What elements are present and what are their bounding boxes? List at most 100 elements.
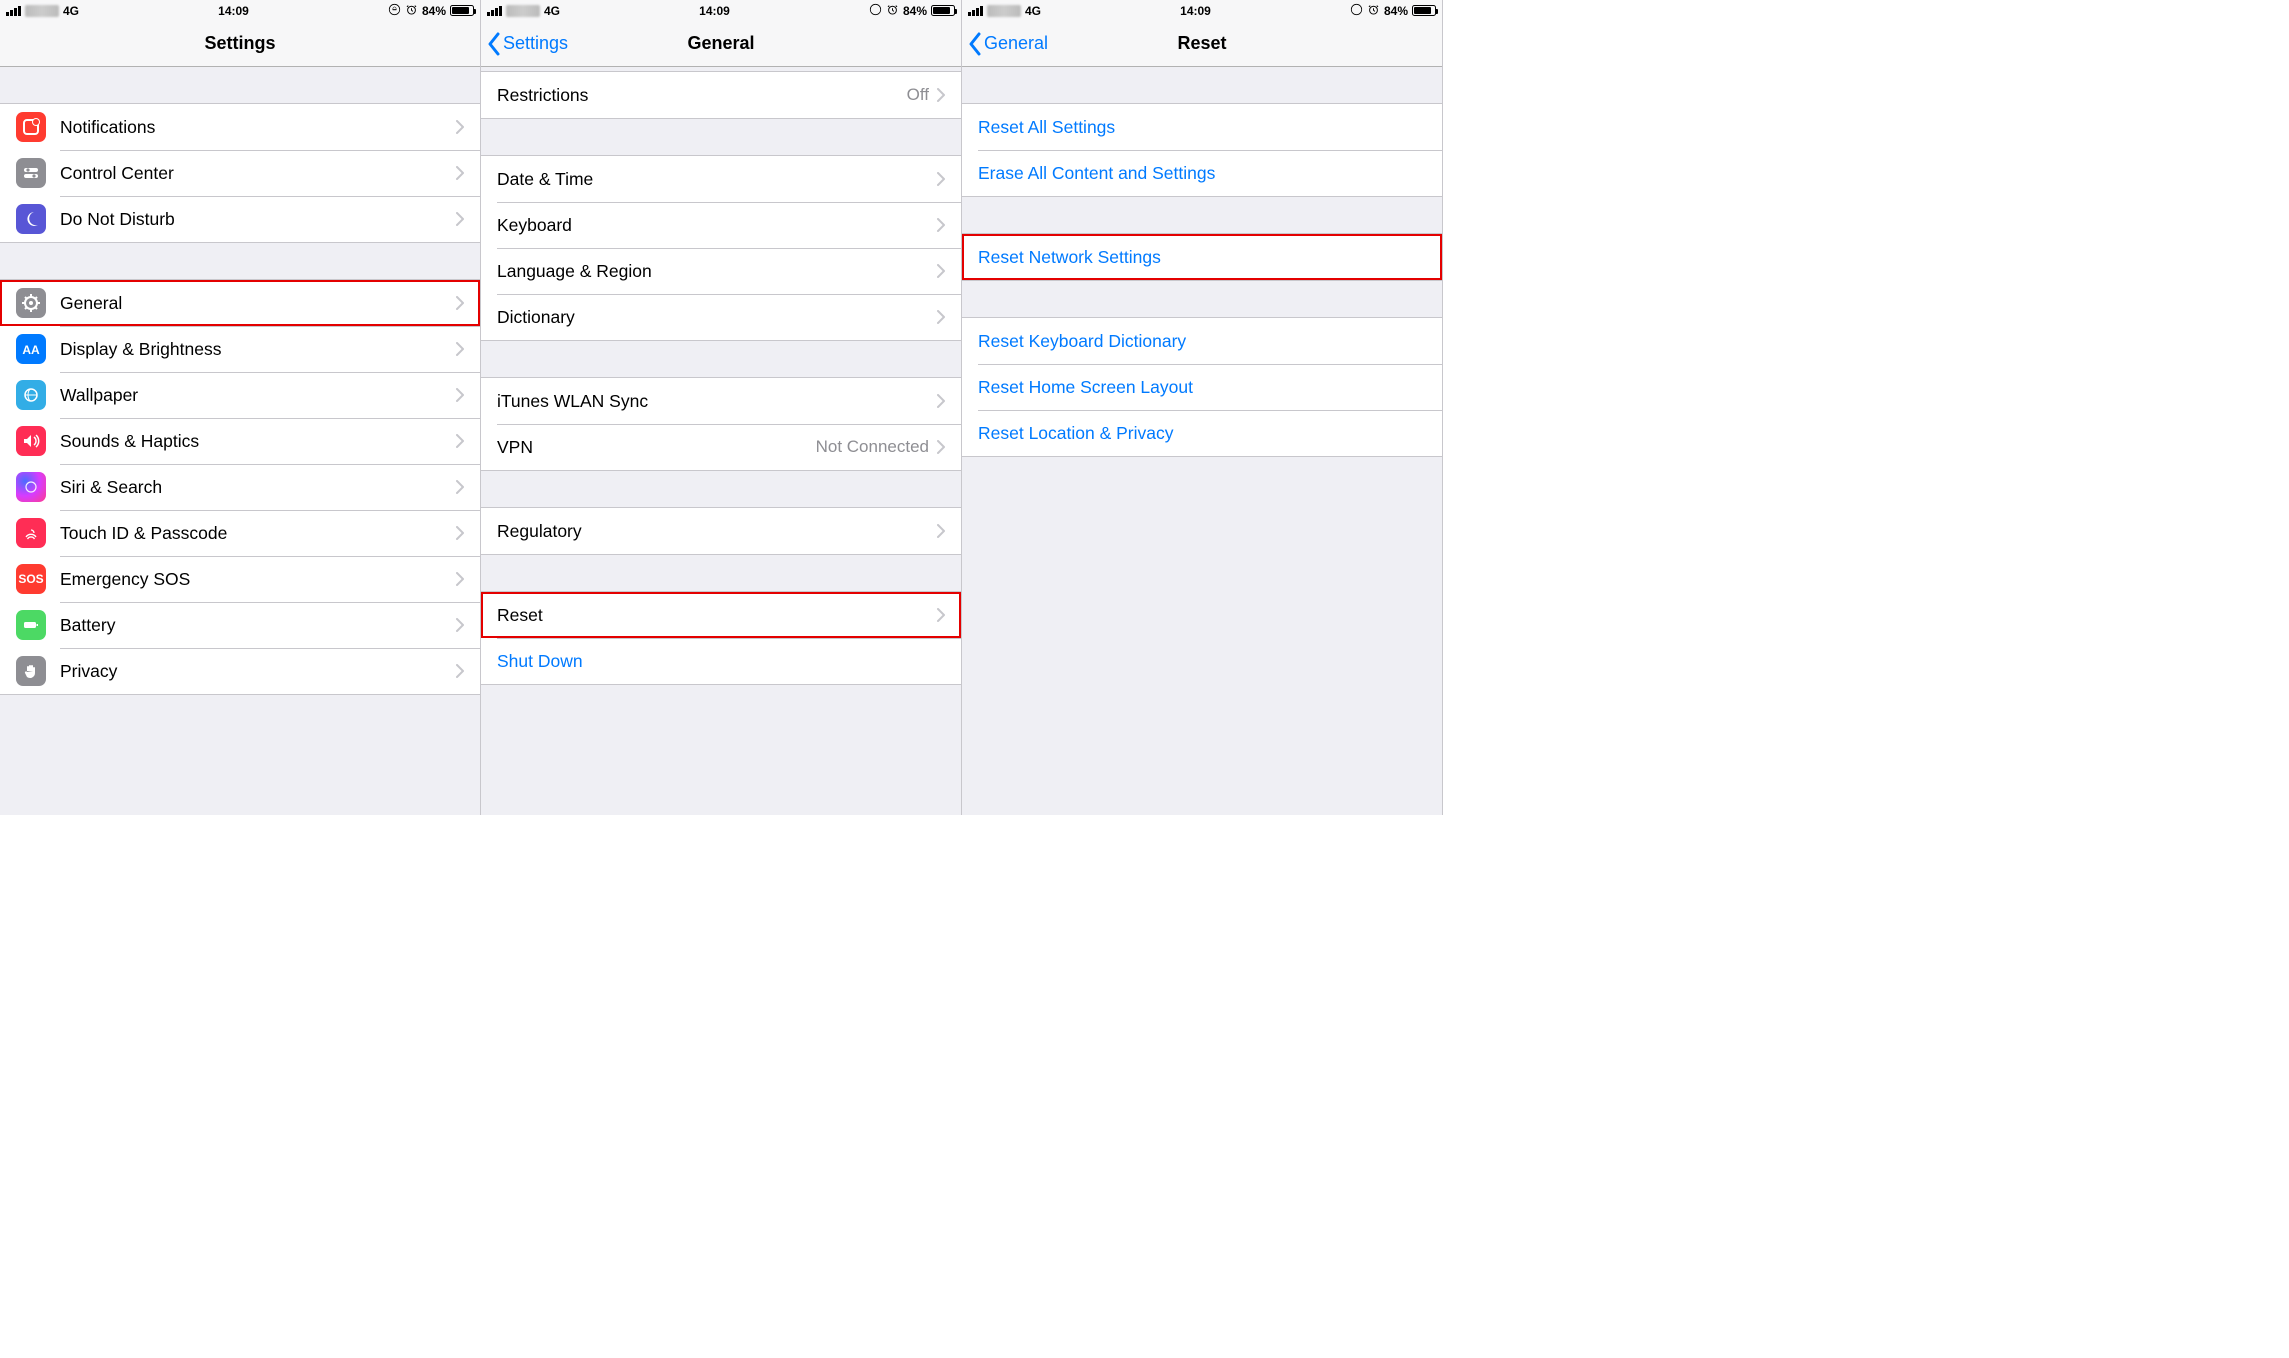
notifications-icon: [16, 112, 46, 142]
gear-icon: [16, 288, 46, 318]
network-label: 4G: [63, 4, 79, 18]
chevron-right-icon: [937, 172, 945, 186]
row-control-center[interactable]: Control Center: [0, 150, 480, 196]
chevron-right-icon: [456, 664, 464, 678]
row-display-brightness[interactable]: AA Display & Brightness: [0, 326, 480, 372]
row-restrictions[interactable]: Restrictions Off: [481, 72, 961, 118]
chevron-right-icon: [937, 88, 945, 102]
clock: 14:09: [218, 4, 249, 18]
row-privacy[interactable]: Privacy: [0, 648, 480, 694]
row-label: Notifications: [60, 117, 456, 138]
display-icon: AA: [16, 334, 46, 364]
chevron-right-icon: [456, 212, 464, 226]
battery-icon: [1412, 5, 1436, 16]
row-reset[interactable]: Reset: [481, 592, 961, 638]
row-sounds-haptics[interactable]: Sounds & Haptics: [0, 418, 480, 464]
row-emergency-sos[interactable]: SOS Emergency SOS: [0, 556, 480, 602]
row-label: Sounds & Haptics: [60, 431, 456, 452]
chevron-right-icon: [937, 440, 945, 454]
row-label: Reset: [497, 605, 937, 626]
nav-bar: Settings General: [481, 21, 961, 67]
battery-percent: 84%: [1384, 4, 1408, 18]
row-reset-all-settings[interactable]: Reset All Settings: [962, 104, 1442, 150]
battery-icon: [450, 5, 474, 16]
row-label: Battery: [60, 615, 456, 636]
row-label: Privacy: [60, 661, 456, 682]
row-detail: Off: [907, 85, 929, 105]
carrier-blur: [506, 5, 540, 17]
row-vpn[interactable]: VPN Not Connected: [481, 424, 961, 470]
row-notifications[interactable]: Notifications: [0, 104, 480, 150]
row-erase-all[interactable]: Erase All Content and Settings: [962, 150, 1442, 196]
row-label: Regulatory: [497, 521, 937, 542]
row-shut-down[interactable]: Shut Down: [481, 638, 961, 684]
signal-icon: [487, 6, 502, 16]
network-label: 4G: [1025, 4, 1041, 18]
row-reset-keyboard-dictionary[interactable]: Reset Keyboard Dictionary: [962, 318, 1442, 364]
status-bar: 4G 14:09 84%: [0, 0, 480, 21]
row-language-region[interactable]: Language & Region: [481, 248, 961, 294]
row-label: Date & Time: [497, 169, 937, 190]
row-do-not-disturb[interactable]: Do Not Disturb: [0, 196, 480, 242]
row-label: Wallpaper: [60, 385, 456, 406]
row-regulatory[interactable]: Regulatory: [481, 508, 961, 554]
row-reset-location-privacy[interactable]: Reset Location & Privacy: [962, 410, 1442, 456]
chevron-right-icon: [937, 264, 945, 278]
row-label: Restrictions: [497, 85, 907, 106]
row-battery[interactable]: Battery: [0, 602, 480, 648]
back-button[interactable]: Settings: [481, 32, 568, 56]
chevron-right-icon: [937, 608, 945, 622]
lock-orientation-icon: [1350, 3, 1363, 19]
battery-percent: 84%: [903, 4, 927, 18]
lock-orientation-icon: [388, 3, 401, 19]
chevron-right-icon: [456, 166, 464, 180]
row-label: Reset Keyboard Dictionary: [978, 331, 1426, 352]
status-bar: 4G 14:09 84%: [962, 0, 1442, 21]
row-dictionary[interactable]: Dictionary: [481, 294, 961, 340]
network-label: 4G: [544, 4, 560, 18]
row-wallpaper[interactable]: Wallpaper: [0, 372, 480, 418]
settings-screen: 4G 14:09 84% Settings Notifications Cont…: [0, 0, 481, 815]
row-label: Keyboard: [497, 215, 937, 236]
chevron-right-icon: [937, 218, 945, 232]
row-keyboard[interactable]: Keyboard: [481, 202, 961, 248]
row-label: Reset All Settings: [978, 117, 1426, 138]
row-label: Shut Down: [497, 651, 945, 672]
battery-icon: [931, 5, 955, 16]
back-button[interactable]: General: [962, 32, 1048, 56]
status-bar: 4G 14:09 84%: [481, 0, 961, 21]
chevron-right-icon: [456, 434, 464, 448]
back-label: General: [984, 33, 1048, 54]
row-label: iTunes WLAN Sync: [497, 391, 937, 412]
row-general[interactable]: General: [0, 280, 480, 326]
row-label: Do Not Disturb: [60, 209, 456, 230]
lock-orientation-icon: [869, 3, 882, 19]
row-label: Display & Brightness: [60, 339, 456, 360]
row-label: Siri & Search: [60, 477, 456, 498]
row-reset-home-screen-layout[interactable]: Reset Home Screen Layout: [962, 364, 1442, 410]
signal-icon: [6, 6, 21, 16]
fingerprint-icon: [16, 518, 46, 548]
svg-text:AA: AA: [22, 343, 40, 357]
row-reset-network-settings[interactable]: Reset Network Settings: [962, 234, 1442, 280]
row-date-time[interactable]: Date & Time: [481, 156, 961, 202]
signal-icon: [968, 6, 983, 16]
chevron-right-icon: [937, 394, 945, 408]
row-label: Erase All Content and Settings: [978, 163, 1426, 184]
row-label: General: [60, 293, 456, 314]
carrier-blur: [25, 5, 59, 17]
chevron-right-icon: [456, 120, 464, 134]
row-label: Dictionary: [497, 307, 937, 328]
row-itunes-wlan-sync[interactable]: iTunes WLAN Sync: [481, 378, 961, 424]
row-touch-id-passcode[interactable]: Touch ID & Passcode: [0, 510, 480, 556]
alarm-icon: [405, 3, 418, 19]
row-label: Reset Home Screen Layout: [978, 377, 1426, 398]
row-label: Touch ID & Passcode: [60, 523, 456, 544]
row-label: Language & Region: [497, 261, 937, 282]
siri-icon: [16, 472, 46, 502]
reset-screen: 4G 14:09 84% General Reset Reset All Set…: [962, 0, 1443, 815]
row-siri-search[interactable]: Siri & Search: [0, 464, 480, 510]
chevron-right-icon: [456, 296, 464, 310]
nav-bar: Settings: [0, 21, 480, 67]
clock: 14:09: [699, 4, 730, 18]
